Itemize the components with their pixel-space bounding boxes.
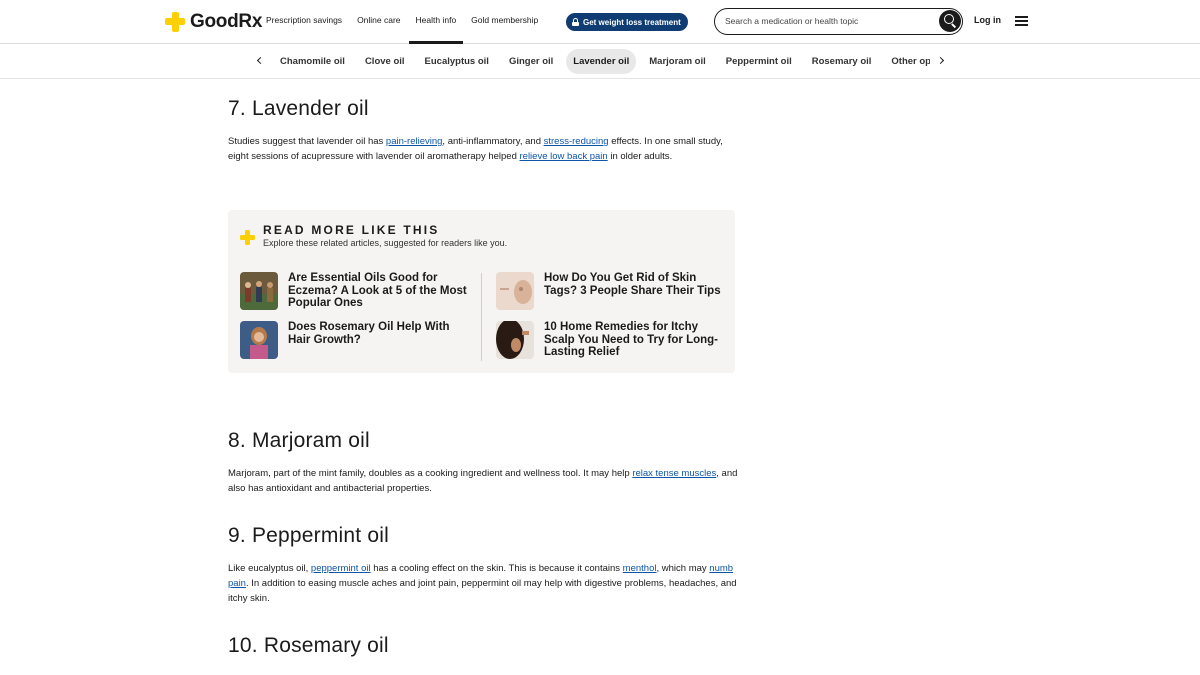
link-stress-reducing[interactable]: stress-reducing [544,136,609,147]
text-span: Like eucalyptus oil, [228,563,311,574]
article-thumbnail [240,272,278,310]
read-more-title: READ MORE LIKE THIS [263,223,440,237]
search-bar [714,8,963,35]
tab-lavender-oil[interactable]: Lavender oil [566,49,637,74]
chevron-left-icon[interactable] [252,54,266,68]
article-thumbnail [496,321,534,359]
related-article-card[interactable]: Are Essential Oils Good for Eczema? A Lo… [240,272,470,314]
link-peppermint-oil[interactable]: peppermint oil [311,563,371,574]
tab-ginger-oil[interactable]: Ginger oil [502,49,560,74]
logo-text: GoodRx [190,11,263,32]
lock-icon [572,18,579,26]
section-heading-lavender: 7. Lavender oil [228,97,369,120]
link-pain-relieving[interactable]: pain-relieving [386,136,443,147]
tab-peppermint-oil[interactable]: Peppermint oil [719,49,799,74]
lavender-paragraph: Studies suggest that lavender oil has pa… [228,134,738,164]
article-thumbnail [240,321,278,359]
weight-loss-cta-button[interactable]: Get weight loss treatment [566,13,688,31]
tab-marjoram-oil[interactable]: Marjoram oil [642,49,713,74]
login-link[interactable]: Log in [974,15,1001,25]
text-span: in older adults. [607,151,673,162]
chevron-right-icon[interactable] [935,54,949,68]
site-header: GoodRx Prescription savings Online care … [0,0,1200,44]
nav-gold-membership[interactable]: Gold membership [471,0,538,44]
search-button[interactable] [939,10,961,32]
nav-prescription-savings[interactable]: Prescription savings [266,0,342,44]
goodrx-plus-icon [240,230,255,245]
section-heading-peppermint: 9. Peppermint oil [228,524,389,547]
link-relieve-low-back-pain[interactable]: relieve low back pain [520,151,608,162]
tab-eucalyptus-oil[interactable]: Eucalyptus oil [418,49,496,74]
main-nav: Prescription savings Online care Health … [266,0,553,44]
nav-online-care[interactable]: Online care [357,0,400,44]
text-span: . In addition to easing muscle aches and… [228,578,737,604]
article-title: Are Essential Oils Good for Eczema? A Lo… [288,272,467,309]
section-heading-marjoram: 8. Marjoram oil [228,429,370,452]
text-span: Studies suggest that lavender oil has [228,136,386,147]
peppermint-paragraph: Like eucalyptus oil, peppermint oil has … [228,561,738,606]
tab-other-options[interactable]: Other options [884,49,930,74]
related-article-card[interactable]: Does Rosemary Oil Help With Hair Growth? [240,321,470,363]
text-span: has a cooling effect on the skin. This i… [370,563,623,574]
topic-tab-bar: Chamomile oil Clove oil Eucalyptus oil G… [0,44,1200,79]
text-span: , anti-inflammatory, and [442,136,544,147]
article-title: How Do You Get Rid of Skin Tags? 3 Peopl… [544,272,721,297]
nav-health-info[interactable]: Health info [408,0,463,44]
related-article-card[interactable]: 10 Home Remedies for Itchy Scalp You Nee… [496,321,726,363]
marjoram-paragraph: Marjoram, part of the mint family, doubl… [228,466,738,496]
divider [481,273,482,361]
tab-rosemary-oil[interactable]: Rosemary oil [805,49,879,74]
hamburger-menu-icon[interactable] [1015,16,1028,26]
read-more-subtitle: Explore these related articles, suggeste… [263,238,508,248]
goodrx-plus-icon [165,12,185,32]
text-span: , which may [656,563,710,574]
tab-chamomile-oil[interactable]: Chamomile oil [273,49,352,74]
tab-clove-oil[interactable]: Clove oil [358,49,412,74]
goodrx-logo[interactable]: GoodRx [165,11,262,33]
search-input[interactable] [725,13,935,29]
related-article-card[interactable]: How Do You Get Rid of Skin Tags? 3 Peopl… [496,272,726,314]
cta-label: Get weight loss treatment [583,17,681,27]
link-relax-tense-muscles[interactable]: relax tense muscles [632,468,716,479]
topic-tab-track: Chamomile oil Clove oil Eucalyptus oil G… [273,49,930,74]
article-thumbnail [496,272,534,310]
read-more-box: READ MORE LIKE THIS Explore these relate… [228,210,735,373]
article-title: 10 Home Remedies for Itchy Scalp You Nee… [544,321,719,358]
link-menthol[interactable]: menthol [623,563,657,574]
section-heading-rosemary: 10. Rosemary oil [228,634,389,657]
article-title: Does Rosemary Oil Help With Hair Growth? [288,321,450,346]
text-span: Marjoram, part of the mint family, doubl… [228,468,633,479]
